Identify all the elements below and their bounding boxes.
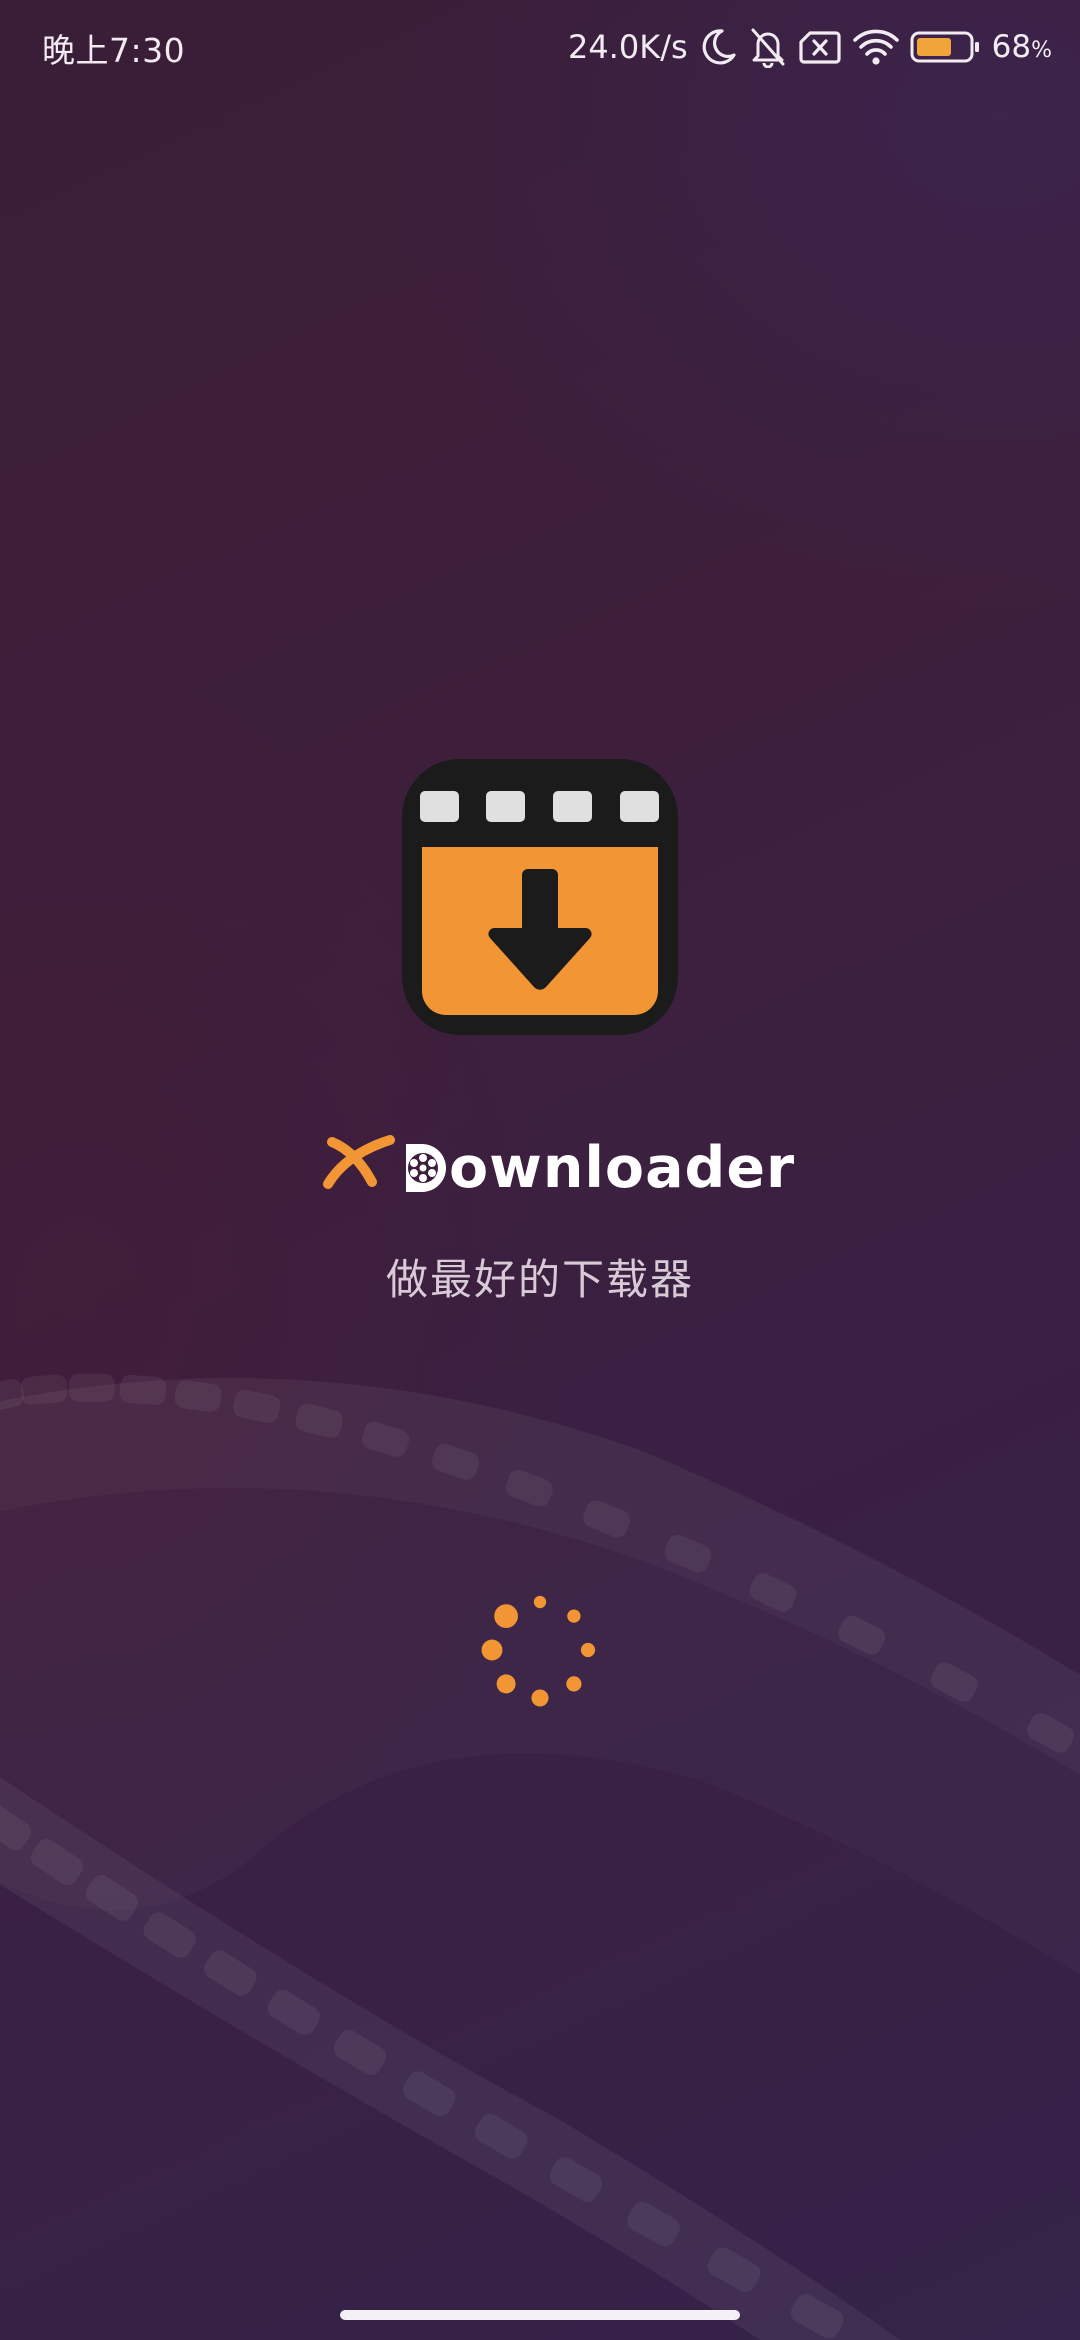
spinner-dot <box>567 1609 581 1623</box>
status-time: 晚上7:30 <box>42 31 186 70</box>
loading-spinner-icon <box>481 1595 596 1707</box>
brand-x-mark-icon <box>323 1135 395 1189</box>
brand-reel-d-icon <box>406 1144 446 1192</box>
wifi-icon <box>852 29 899 65</box>
home-indicator[interactable] <box>340 2310 740 2320</box>
spinner-dot <box>496 1674 516 1694</box>
spinner-dot <box>580 1642 596 1658</box>
bell-muted-icon <box>751 28 785 68</box>
brand-wordmark: ownloader <box>320 1128 794 1208</box>
app-logo-icon <box>402 759 678 1035</box>
moon-icon <box>702 29 736 65</box>
tagline: 做最好的下载器 <box>385 1255 694 1304</box>
spinner-dot <box>531 1689 549 1707</box>
spinner-dot <box>533 1595 547 1609</box>
brand-name-text: ownloader <box>449 1135 796 1201</box>
spinner-dot <box>494 1604 518 1628</box>
spinner-dot <box>481 1639 503 1661</box>
network-speed: 24.0K/s <box>567 28 688 66</box>
battery-icon <box>910 31 979 63</box>
status-icons: 24.0K/s 68% <box>568 22 1052 72</box>
brand-name: ownloader <box>404 1128 795 1208</box>
battery-percent: 68% <box>991 29 1052 65</box>
status-bar: 晚上7:30 24.0K/s 68% <box>0 0 1080 96</box>
sim-disabled-icon <box>799 31 841 64</box>
spinner-dot <box>566 1676 582 1692</box>
